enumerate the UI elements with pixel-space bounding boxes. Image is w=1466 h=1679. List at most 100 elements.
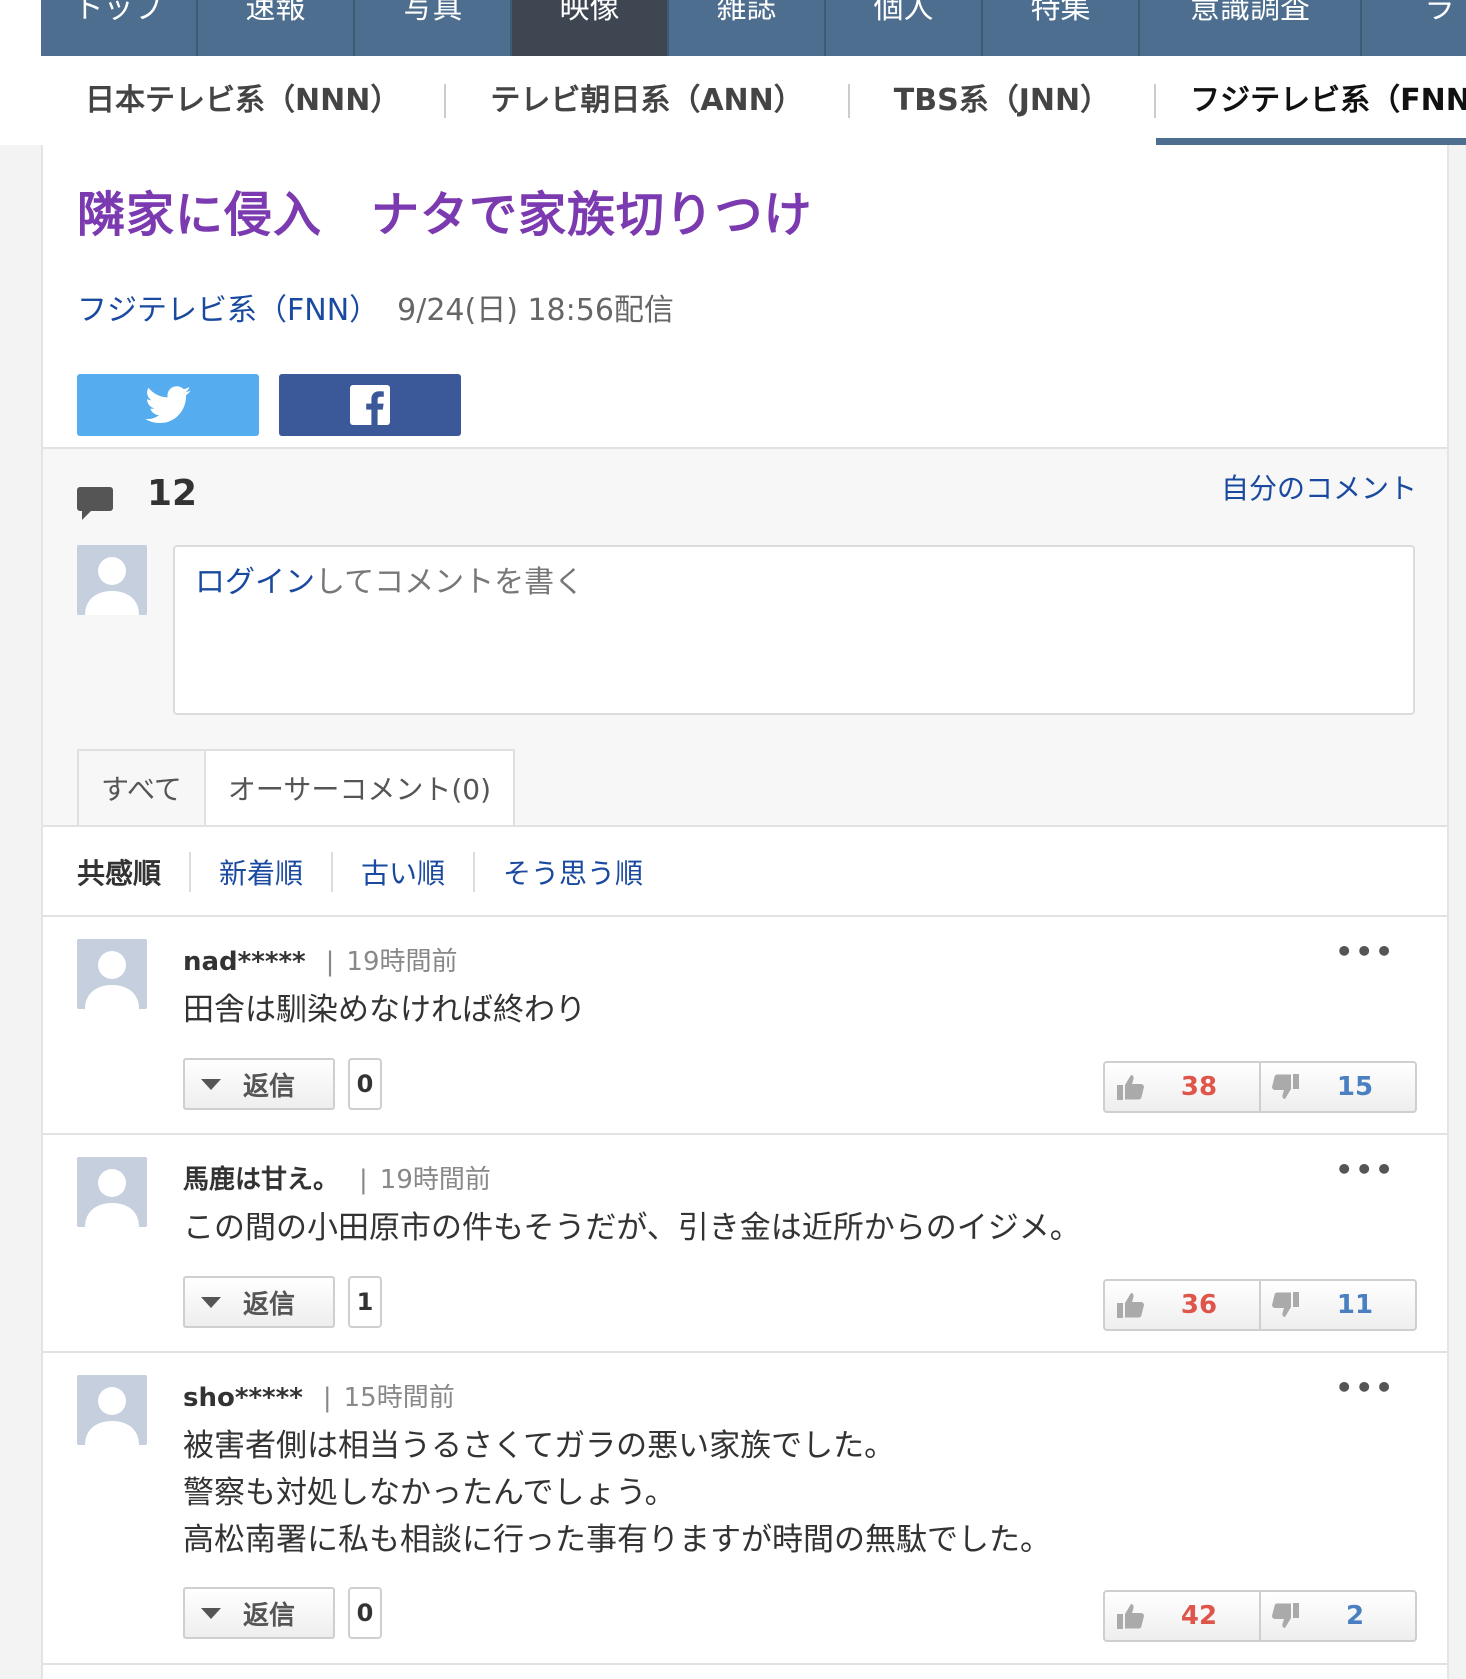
nav-item-more[interactable]: ラ bbox=[1362, 0, 1466, 56]
dislike-button[interactable]: 15 bbox=[1259, 1063, 1415, 1111]
caret-down-icon bbox=[201, 1296, 221, 1308]
like-button[interactable]: 42 bbox=[1105, 1592, 1259, 1640]
subnav-item-ann[interactable]: テレビ朝日系（ANN） bbox=[446, 56, 847, 145]
comment-text-line: 警察も対処しなかったんでしょう。 bbox=[183, 1475, 676, 1511]
comment-time: 15時間前 bbox=[343, 1383, 455, 1413]
thumbs-down-icon bbox=[1272, 1074, 1299, 1099]
comment-time: 19時間前 bbox=[379, 1165, 491, 1195]
comment-time: 19時間前 bbox=[346, 947, 458, 977]
dislike-button[interactable]: 2 bbox=[1259, 1592, 1415, 1640]
dislike-count: 11 bbox=[1336, 1290, 1374, 1320]
more-options-icon[interactable]: ••• bbox=[1335, 1371, 1395, 1404]
comment-item: sho***** | 15時間前 ••• 被害者側は相当うるさくてガラの悪い家族でし… bbox=[43, 1353, 1447, 1663]
sort-empathy[interactable]: 共感順 bbox=[43, 852, 189, 892]
meta-separator: | bbox=[322, 1383, 332, 1413]
nav-item-magazine[interactable]: 雑誌 bbox=[669, 0, 826, 56]
reply-label: 返信 bbox=[243, 1071, 296, 1102]
meta-separator: | bbox=[359, 1165, 368, 1195]
comment-user-line: 馬鹿は甘え。 | 19時間前 bbox=[183, 1159, 491, 1196]
avatar bbox=[77, 1375, 147, 1445]
comment-text: 田舎は馴染めなければ終わり bbox=[183, 992, 586, 1028]
my-comments-link[interactable]: 自分のコメント bbox=[1221, 467, 1417, 507]
article-source-link[interactable]: フジテレビ系（FNN） bbox=[77, 293, 379, 328]
sort-bar: 共感順 新着順 古い順 そう思う順 bbox=[43, 827, 1447, 917]
vote-buttons: 38 15 bbox=[1103, 1061, 1417, 1113]
nav-item-survey[interactable]: 意識調査 bbox=[1140, 0, 1362, 56]
comment-item: nad***** | 19時間前 ••• 田舎は馴染めなければ終わり 返信 0 38… bbox=[43, 917, 1447, 1133]
comment-text-line: 高松南署に私も相談に行った事有りますが時間の無駄でした。 bbox=[183, 1522, 1051, 1558]
sort-oldest[interactable]: 古い順 bbox=[333, 852, 473, 892]
article-panel: 隣家に侵入 ナタで家族切りつけ フジテレビ系（FNN） 9/24(日) 18:56… bbox=[41, 145, 1449, 1679]
comment-text: 被害者側は相当うるさくてガラの悪い家族でした。 警察も対処しなかったんでしょう。… bbox=[183, 1423, 1051, 1564]
reply-count: 0 bbox=[348, 1587, 382, 1639]
reply-button[interactable]: 返信 bbox=[183, 1587, 335, 1639]
like-count: 38 bbox=[1180, 1072, 1218, 1102]
like-button[interactable]: 36 bbox=[1105, 1281, 1259, 1329]
tab-all[interactable]: すべて bbox=[77, 749, 206, 829]
comment-username[interactable]: 馬鹿は甘え。 bbox=[183, 1165, 339, 1195]
facebook-icon bbox=[350, 385, 390, 425]
nav-item-individual[interactable]: 個人 bbox=[826, 0, 983, 56]
comment-user-line: sho***** | 15時間前 bbox=[183, 1377, 455, 1414]
article-title: 隣家に侵入 ナタで家族切りつけ bbox=[77, 187, 813, 243]
comment-username[interactable]: sho***** bbox=[183, 1383, 303, 1413]
default-user-icon bbox=[85, 1387, 139, 1445]
network-subnav: 日本テレビ系（NNN） テレビ朝日系（ANN） TBS系（JNN） フジテレビ系… bbox=[41, 56, 1466, 145]
more-options-icon[interactable]: ••• bbox=[1335, 935, 1395, 968]
comment-count: 12 bbox=[147, 473, 198, 514]
comment-user-line: nad***** | 19時間前 bbox=[183, 941, 458, 978]
comment-bubble-icon bbox=[77, 487, 113, 520]
sort-agree[interactable]: そう思う順 bbox=[475, 852, 671, 892]
comment-text: この間の小田原市の件もそうだが、引き金は近所からのイジメ。 bbox=[183, 1210, 1081, 1246]
reply-button[interactable]: 返信 bbox=[183, 1276, 335, 1328]
comment-prompt-text: してコメントを書く bbox=[315, 565, 585, 600]
comment-username[interactable]: nad***** bbox=[183, 947, 306, 977]
reply-button[interactable]: 返信 bbox=[183, 1058, 335, 1110]
comment-tabs: すべて オーサーコメント(0) bbox=[77, 749, 516, 829]
article-meta: フジテレビ系（FNN） 9/24(日) 18:56配信 bbox=[77, 285, 674, 329]
top-header: トップ 速報 写真 映像 雑誌 個人 特集 意識調査 ラ 日本テレビ系（NNN）… bbox=[0, 0, 1466, 145]
facebook-share-button[interactable] bbox=[279, 374, 461, 436]
default-user-icon bbox=[85, 1169, 139, 1227]
subnav-item-nnn[interactable]: 日本テレビ系（NNN） bbox=[41, 56, 444, 145]
subnav-item-jnn[interactable]: TBS系（JNN） bbox=[850, 56, 1154, 145]
reply-label: 返信 bbox=[243, 1600, 296, 1631]
meta-separator: | bbox=[325, 947, 335, 977]
dislike-count: 15 bbox=[1336, 1072, 1374, 1102]
vote-buttons: 36 11 bbox=[1103, 1279, 1417, 1331]
thumbs-down-icon bbox=[1272, 1292, 1299, 1317]
avatar bbox=[77, 1157, 147, 1227]
default-user-icon bbox=[85, 951, 139, 1009]
avatar bbox=[77, 939, 147, 1009]
subnav-item-fnn[interactable]: フジテレビ系（FNN） bbox=[1156, 56, 1466, 145]
thumbs-down-icon bbox=[1272, 1603, 1299, 1628]
tab-author-comments[interactable]: オーサーコメント(0) bbox=[205, 749, 516, 829]
like-button[interactable]: 38 bbox=[1105, 1063, 1259, 1111]
caret-down-icon bbox=[201, 1078, 221, 1090]
nav-item-video[interactable]: 映像 bbox=[512, 0, 669, 56]
thumbs-up-icon bbox=[1117, 1293, 1144, 1318]
sort-newest[interactable]: 新着順 bbox=[191, 852, 331, 892]
comment-divider bbox=[43, 1663, 1447, 1665]
default-user-icon bbox=[85, 557, 139, 615]
nav-item-photo[interactable]: 写真 bbox=[355, 0, 512, 56]
article-date: 9/24(日) 18:56配信 bbox=[397, 293, 674, 328]
reply-label: 返信 bbox=[243, 1289, 296, 1320]
nav-item-top[interactable]: トップ bbox=[41, 0, 198, 56]
avatar bbox=[77, 545, 147, 615]
thumbs-up-icon bbox=[1117, 1075, 1144, 1100]
reply-count: 1 bbox=[348, 1276, 382, 1328]
reply-count: 0 bbox=[348, 1058, 382, 1110]
nav-item-feature[interactable]: 特集 bbox=[983, 0, 1140, 56]
nav-item-breaking[interactable]: 速報 bbox=[198, 0, 355, 56]
comment-input[interactable]: ログインしてコメントを書く bbox=[173, 545, 1415, 715]
more-options-icon[interactable]: ••• bbox=[1335, 1153, 1395, 1186]
thumbs-up-icon bbox=[1117, 1604, 1144, 1629]
login-link[interactable]: ログイン bbox=[195, 565, 315, 600]
main-nav: トップ 速報 写真 映像 雑誌 個人 特集 意識調査 ラ bbox=[41, 0, 1466, 56]
dislike-count: 2 bbox=[1345, 1601, 1365, 1631]
twitter-icon bbox=[145, 386, 191, 424]
twitter-share-button[interactable] bbox=[77, 374, 259, 436]
dislike-button[interactable]: 11 bbox=[1259, 1281, 1415, 1329]
like-count: 42 bbox=[1180, 1601, 1218, 1631]
